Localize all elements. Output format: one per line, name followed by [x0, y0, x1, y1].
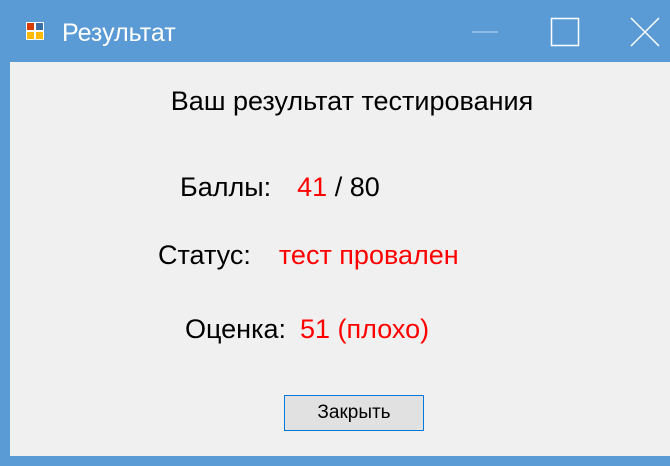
close-button[interactable]: Закрыть — [284, 395, 424, 431]
score-row: Баллы: 41 / 80 — [180, 172, 380, 203]
score-total: / 80 — [327, 172, 380, 202]
status-row: Статус: тест провален — [158, 240, 459, 271]
status-value: тест провален — [278, 240, 459, 270]
score-value: 41 — [297, 172, 328, 202]
dialog-content: Ваш результат тестирования Баллы: 41 / 80… — [20, 62, 670, 456]
title-bar[interactable]: Результат — [10, 0, 670, 62]
maximize-button[interactable] — [542, 16, 588, 48]
window-title: Результат — [62, 19, 176, 47]
score-label: Баллы: — [180, 172, 272, 202]
close-icon — [630, 17, 660, 47]
app-window-icon — [26, 22, 44, 40]
grade-label: Оценка: — [185, 314, 287, 344]
minimize-button[interactable] — [462, 16, 508, 48]
close-window-button[interactable] — [622, 16, 668, 48]
result-heading: Ваш результат тестирования — [170, 86, 534, 116]
grade-row: Оценка: 51 (плохо) — [185, 314, 429, 345]
grade-value: 51 (плохо) — [300, 314, 430, 344]
minimize-icon — [472, 31, 498, 33]
result-window: Результат Ваш результат тестирования Бал… — [0, 0, 670, 466]
status-label: Статус: — [158, 240, 251, 270]
close-button-label: Закрыть — [317, 402, 391, 423]
maximize-icon — [550, 17, 580, 47]
